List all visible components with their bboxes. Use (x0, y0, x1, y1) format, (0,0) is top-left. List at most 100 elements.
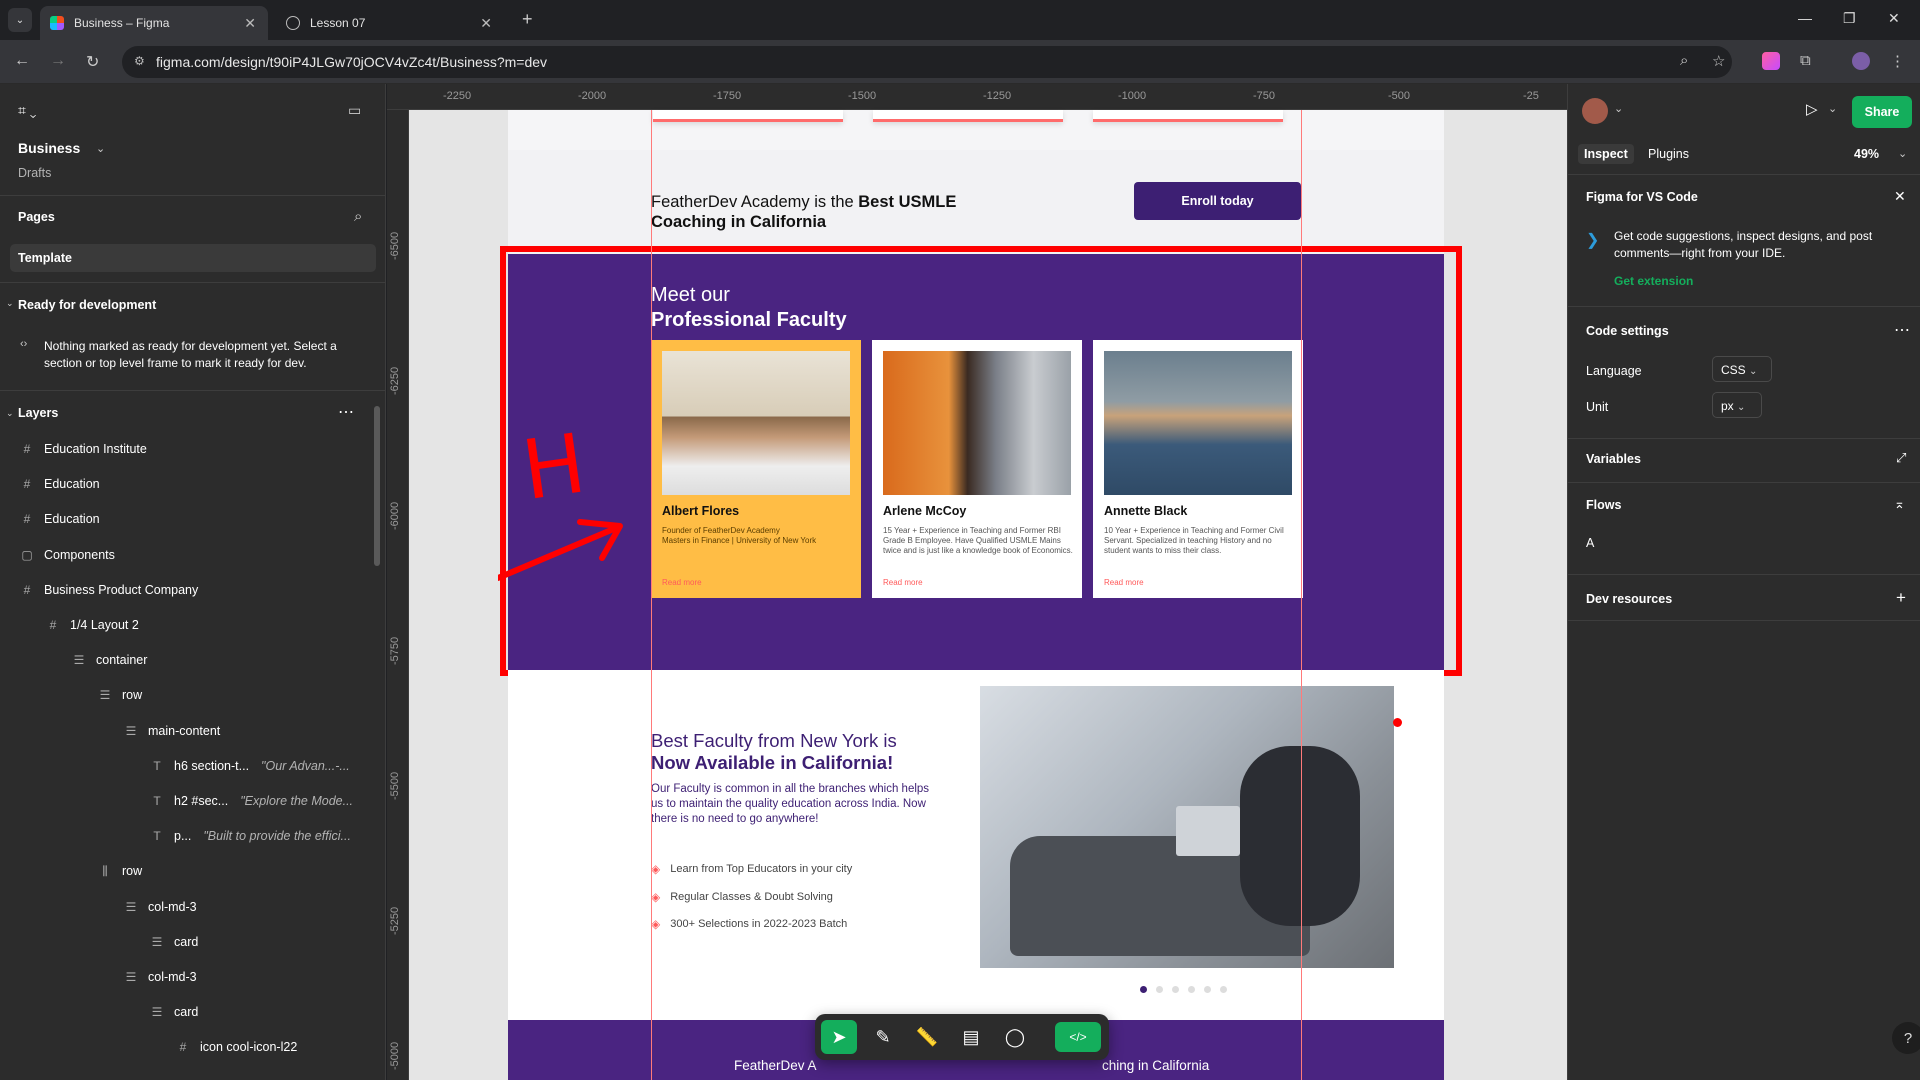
layer-item[interactable]: ☰ container (72, 650, 148, 670)
design-frame[interactable]: FeatherDev Academy is the Best USMLE Coa… (498, 110, 1462, 1080)
zoom-level[interactable]: 49% (1854, 147, 1879, 161)
minimize-icon[interactable]: — (1798, 10, 1812, 26)
close-window-icon[interactable]: ✕ (1888, 10, 1900, 27)
tab-search-button[interactable]: ⌄ (8, 8, 32, 32)
layout-guide (651, 110, 652, 1080)
pen-tool-icon[interactable]: ✎ (865, 1020, 901, 1054)
layer-item[interactable]: ☰ card (150, 932, 199, 952)
layer-item[interactable]: ☰ col-md-3 (124, 967, 197, 987)
back-icon[interactable]: ← (14, 52, 30, 70)
extension-icon[interactable] (1762, 52, 1780, 70)
carousel-dot[interactable] (1172, 986, 1179, 993)
layer-item[interactable]: ⫼ row (98, 861, 142, 881)
carousel-dot[interactable] (1220, 986, 1227, 993)
close-tab-icon[interactable]: ✕ (244, 15, 256, 32)
present-play-icon[interactable]: ▷ (1806, 100, 1818, 118)
layers-scrollbar[interactable] (374, 406, 380, 566)
restore-icon[interactable]: ❐ (1843, 10, 1856, 27)
ruler-tick-label: -1000 (1118, 90, 1147, 102)
present-chevron-icon[interactable]: ⌄ (1828, 102, 1837, 115)
unit-select[interactable]: px ⌄ (1712, 392, 1762, 418)
enroll-today-button[interactable]: Enroll today (1134, 182, 1301, 220)
carousel-dot[interactable] (1156, 986, 1163, 993)
layer-item[interactable]: ☰ col-md-3 (124, 897, 197, 917)
carousel-dot[interactable] (1140, 986, 1147, 993)
layer-item[interactable]: # icon cool-icon-l22 (176, 1037, 298, 1057)
panel-toggle-icon[interactable]: ▭ (348, 102, 361, 119)
avatar-chevron-icon[interactable]: ⌄ (1614, 102, 1623, 115)
globe-icon (286, 16, 300, 30)
reload-icon[interactable]: ↻ (86, 52, 99, 72)
comment-tool-icon[interactable]: ◯ (997, 1020, 1033, 1054)
site-settings-icon[interactable]: ⚙ (134, 54, 145, 68)
flow-item[interactable]: A (1586, 536, 1594, 550)
help-icon[interactable]: ? (1892, 1022, 1920, 1054)
forward-icon[interactable]: → (50, 52, 66, 70)
add-resource-icon[interactable]: + (1896, 588, 1906, 608)
flows-collapse-icon[interactable]: ⌅ (1894, 496, 1905, 512)
layer-name: row (122, 864, 143, 879)
ready-for-dev-heading[interactable]: Ready for development (18, 298, 156, 312)
carousel-dots[interactable] (1140, 986, 1227, 993)
diamond-check-icon: ◈ (651, 862, 661, 876)
layer-item[interactable]: Th6 section-t... "Our Advan...-... (150, 756, 349, 776)
ruler-tick-label: -2250 (443, 90, 472, 102)
tab-inspect[interactable]: Inspect (1578, 144, 1634, 164)
figma-menu-icon[interactable]: ⌗ ⌄ (18, 102, 36, 119)
language-select[interactable]: CSS ⌄ (1712, 356, 1772, 382)
measure-tool-icon[interactable]: 📏 (909, 1020, 945, 1054)
close-tab-icon[interactable]: ✕ (480, 15, 492, 32)
layer-item[interactable]: ☰ row (98, 685, 143, 705)
get-extension-link[interactable]: Get extension (1614, 274, 1693, 288)
extensions-puzzle-icon[interactable]: ⧉ (1800, 52, 1811, 69)
page-item-template[interactable]: Template (10, 244, 376, 272)
best-paragraph: Our Faculty is common in all the branche… (651, 783, 930, 825)
laptop-shape (1176, 806, 1240, 856)
layer-name: Education (44, 477, 100, 492)
expand-icon[interactable]: ⤢ (1896, 450, 1906, 466)
carousel-dot[interactable] (1188, 986, 1195, 993)
file-location: Drafts (18, 166, 52, 180)
layer-name: h6 section-t... (174, 758, 250, 773)
annotate-tool-icon[interactable]: ▤ (953, 1020, 989, 1054)
layer-item[interactable]: ☰ main-content (124, 721, 221, 741)
new-tab-icon[interactable]: + (522, 9, 533, 30)
layer-item[interactable]: #1/4 Layout 2 (46, 615, 139, 635)
ruler-tick-label: -1250 (983, 90, 1012, 102)
tab-plugins[interactable]: Plugins (1648, 147, 1689, 161)
layer-item[interactable]: # Education (20, 509, 100, 529)
design-canvas[interactable]: -2250 -2000 -1750 -1500 -1250 -1000 -750 -500 -2… (387, 84, 1567, 1080)
profile-avatar[interactable] (1852, 52, 1870, 70)
collapse-chevron-icon[interactable]: ⌄ (6, 298, 14, 309)
tab-lesson-07[interactable]: Lesson 07 ✕ (276, 6, 504, 40)
browser-menu-icon[interactable]: ⋮ (1890, 52, 1905, 70)
autolayout-vertical-icon: ☰ (125, 970, 137, 984)
layer-item[interactable]: # Business Product Company (20, 580, 199, 600)
layers-more-icon[interactable]: ⋯ (338, 402, 354, 422)
layer-item[interactable]: Tp... "Built to provide the effici... (150, 826, 351, 846)
zoom-icon[interactable]: ⌕ (1680, 52, 1688, 69)
close-icon[interactable]: ✕ (1894, 188, 1906, 205)
bookmark-star-icon[interactable]: ☆ (1712, 52, 1725, 70)
layer-item[interactable]: # Education (20, 474, 100, 494)
user-avatar[interactable] (1582, 98, 1608, 124)
carousel-dot[interactable] (1204, 986, 1211, 993)
comment-marker[interactable] (1393, 718, 1402, 727)
layer-item[interactable]: ☰ card (150, 1002, 199, 1022)
file-name[interactable]: Business (18, 140, 80, 156)
file-menu-chevron-icon[interactable]: ⌄ (96, 142, 105, 155)
move-tool-icon[interactable]: ➤ (821, 1020, 857, 1054)
url-input[interactable]: ⚙ figma.com/design/t90iP4JLGw70jOCV4vZc4… (122, 46, 1732, 78)
search-icon[interactable]: ⌕ (354, 208, 362, 225)
layer-item[interactable]: # Education Institute (20, 439, 147, 459)
layer-name: icon cool-icon-l22 (200, 1040, 298, 1055)
share-button[interactable]: Share (1852, 96, 1912, 128)
layer-name: h2 #sec... (174, 794, 229, 808)
code-settings-more-icon[interactable]: ⋯ (1894, 320, 1910, 340)
layer-item[interactable]: Th2 #sec... "Explore the Mode... (150, 791, 353, 811)
zoom-chevron-icon[interactable]: ⌄ (1898, 147, 1907, 160)
layer-item[interactable]: ▢ Components (20, 545, 115, 565)
tab-business-figma[interactable]: Business – Figma ✕ (40, 6, 268, 40)
dev-mode-toggle[interactable]: </> (1055, 1022, 1101, 1052)
collapse-chevron-icon[interactable]: ⌄ (6, 408, 14, 419)
